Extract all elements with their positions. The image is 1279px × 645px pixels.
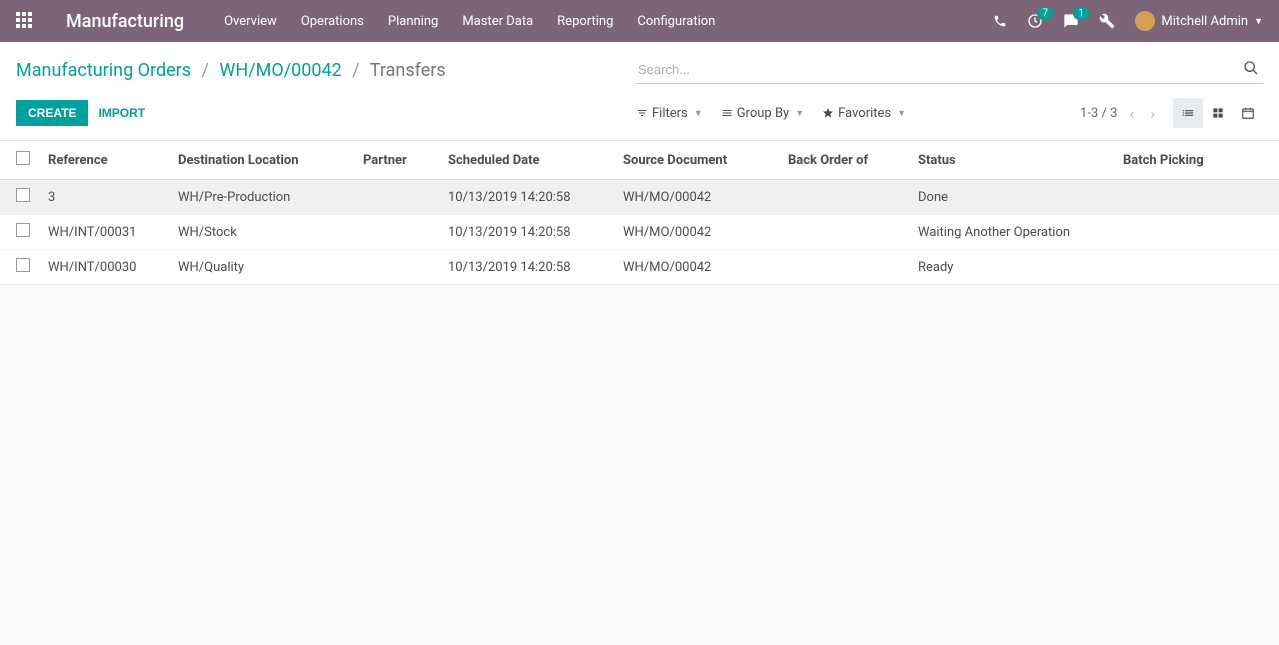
menu-master-data[interactable]: Master Data [462,14,533,29]
menu-reporting[interactable]: Reporting [557,14,613,29]
menu-configuration[interactable]: Configuration [637,14,715,29]
pager-range: 1-3 / 3 [1080,106,1117,121]
col-source[interactable]: Source Document [615,141,780,180]
user-name: Mitchell Admin [1161,14,1248,29]
cell-reference: 3 [40,180,170,215]
col-status[interactable]: Status [910,141,1115,180]
phone-icon[interactable] [993,14,1007,28]
col-scheduled[interactable]: Scheduled Date [440,141,615,180]
search-icon[interactable] [1243,60,1259,76]
cell-destination: WH/Quality [170,250,355,285]
cell-partner [355,250,440,285]
menu-operations[interactable]: Operations [301,14,364,29]
row-checkbox[interactable] [16,188,30,202]
pager: 1-3 / 3 ‹ › [1080,104,1159,123]
cell-batch [1115,215,1279,250]
transfers-table: Reference Destination Location Partner S… [0,141,1279,285]
cell-status: Done [910,180,1115,215]
chevron-down-icon: ▼ [694,108,703,119]
row-checkbox[interactable] [16,258,30,272]
cell-scheduled: 10/13/2019 14:20:58 [440,250,615,285]
search-input[interactable] [636,56,1263,84]
menu-planning[interactable]: Planning [388,14,438,29]
cell-partner [355,180,440,215]
cell-backorder [780,180,910,215]
messages-badge: 1 [1073,7,1089,20]
cell-status: Ready [910,250,1115,285]
cell-batch [1115,250,1279,285]
cell-backorder [780,250,910,285]
breadcrumb-mid[interactable]: WH/MO/00042 [219,60,341,81]
cell-source: WH/MO/00042 [615,250,780,285]
apps-icon[interactable] [16,12,34,30]
cell-backorder [780,215,910,250]
cell-source: WH/MO/00042 [615,180,780,215]
col-partner[interactable]: Partner [355,141,440,180]
activities-badge: 7 [1037,7,1053,20]
cell-reference: WH/INT/00030 [40,250,170,285]
calendar-view-button[interactable] [1233,98,1263,128]
chevron-down-icon: ▼ [1254,16,1263,27]
pager-next[interactable]: › [1146,104,1159,123]
kanban-view-button[interactable] [1203,98,1233,128]
cell-batch [1115,180,1279,215]
table-header-row: Reference Destination Location Partner S… [0,141,1279,180]
debug-icon[interactable] [1099,13,1115,29]
table-row[interactable]: WH/INT/00030 WH/Quality 10/13/2019 14:20… [0,250,1279,285]
cell-source: WH/MO/00042 [615,215,780,250]
avatar [1135,11,1155,31]
cell-reference: WH/INT/00031 [40,215,170,250]
cell-destination: WH/Stock [170,215,355,250]
user-menu[interactable]: Mitchell Admin ▼ [1135,11,1263,31]
messages-icon[interactable]: 1 [1063,13,1079,29]
cell-destination: WH/Pre-Production [170,180,355,215]
row-checkbox[interactable] [16,223,30,237]
chevron-down-icon: ▼ [897,108,906,119]
table-row[interactable]: 3 WH/Pre-Production 10/13/2019 14:20:58 … [0,180,1279,215]
breadcrumb-root[interactable]: Manufacturing Orders [16,60,191,81]
view-switcher [1173,98,1263,128]
col-backorder[interactable]: Back Order of [780,141,910,180]
top-navbar: Manufacturing Overview Operations Planni… [0,0,1279,42]
activities-icon[interactable]: 7 [1027,13,1043,29]
col-reference[interactable]: Reference [40,141,170,180]
cell-scheduled: 10/13/2019 14:20:58 [440,215,615,250]
chevron-down-icon: ▼ [795,108,804,119]
select-all-checkbox[interactable] [16,151,30,165]
import-button[interactable]: Import [98,106,145,120]
list-view-button[interactable] [1173,98,1203,128]
create-button[interactable]: Create [16,100,88,126]
cell-partner [355,215,440,250]
col-destination[interactable]: Destination Location [170,141,355,180]
filters-button[interactable]: Filters ▼ [636,106,703,121]
app-brand[interactable]: Manufacturing [66,11,184,32]
cell-status: Waiting Another Operation [910,215,1115,250]
breadcrumb: Manufacturing Orders / WH/MO/00042 / Tra… [16,60,636,81]
col-batch[interactable]: Batch Picking [1115,141,1279,180]
breadcrumb-current: Transfers [370,60,446,81]
menu-overview[interactable]: Overview [224,14,277,29]
pager-prev[interactable]: ‹ [1125,104,1138,123]
favorites-button[interactable]: Favorites ▼ [822,106,906,121]
groupby-button[interactable]: Group By ▼ [721,106,804,121]
table-row[interactable]: WH/INT/00031 WH/Stock 10/13/2019 14:20:5… [0,215,1279,250]
cell-scheduled: 10/13/2019 14:20:58 [440,180,615,215]
control-panel: Manufacturing Orders / WH/MO/00042 / Tra… [0,42,1279,141]
main-menu: Overview Operations Planning Master Data… [224,14,993,29]
